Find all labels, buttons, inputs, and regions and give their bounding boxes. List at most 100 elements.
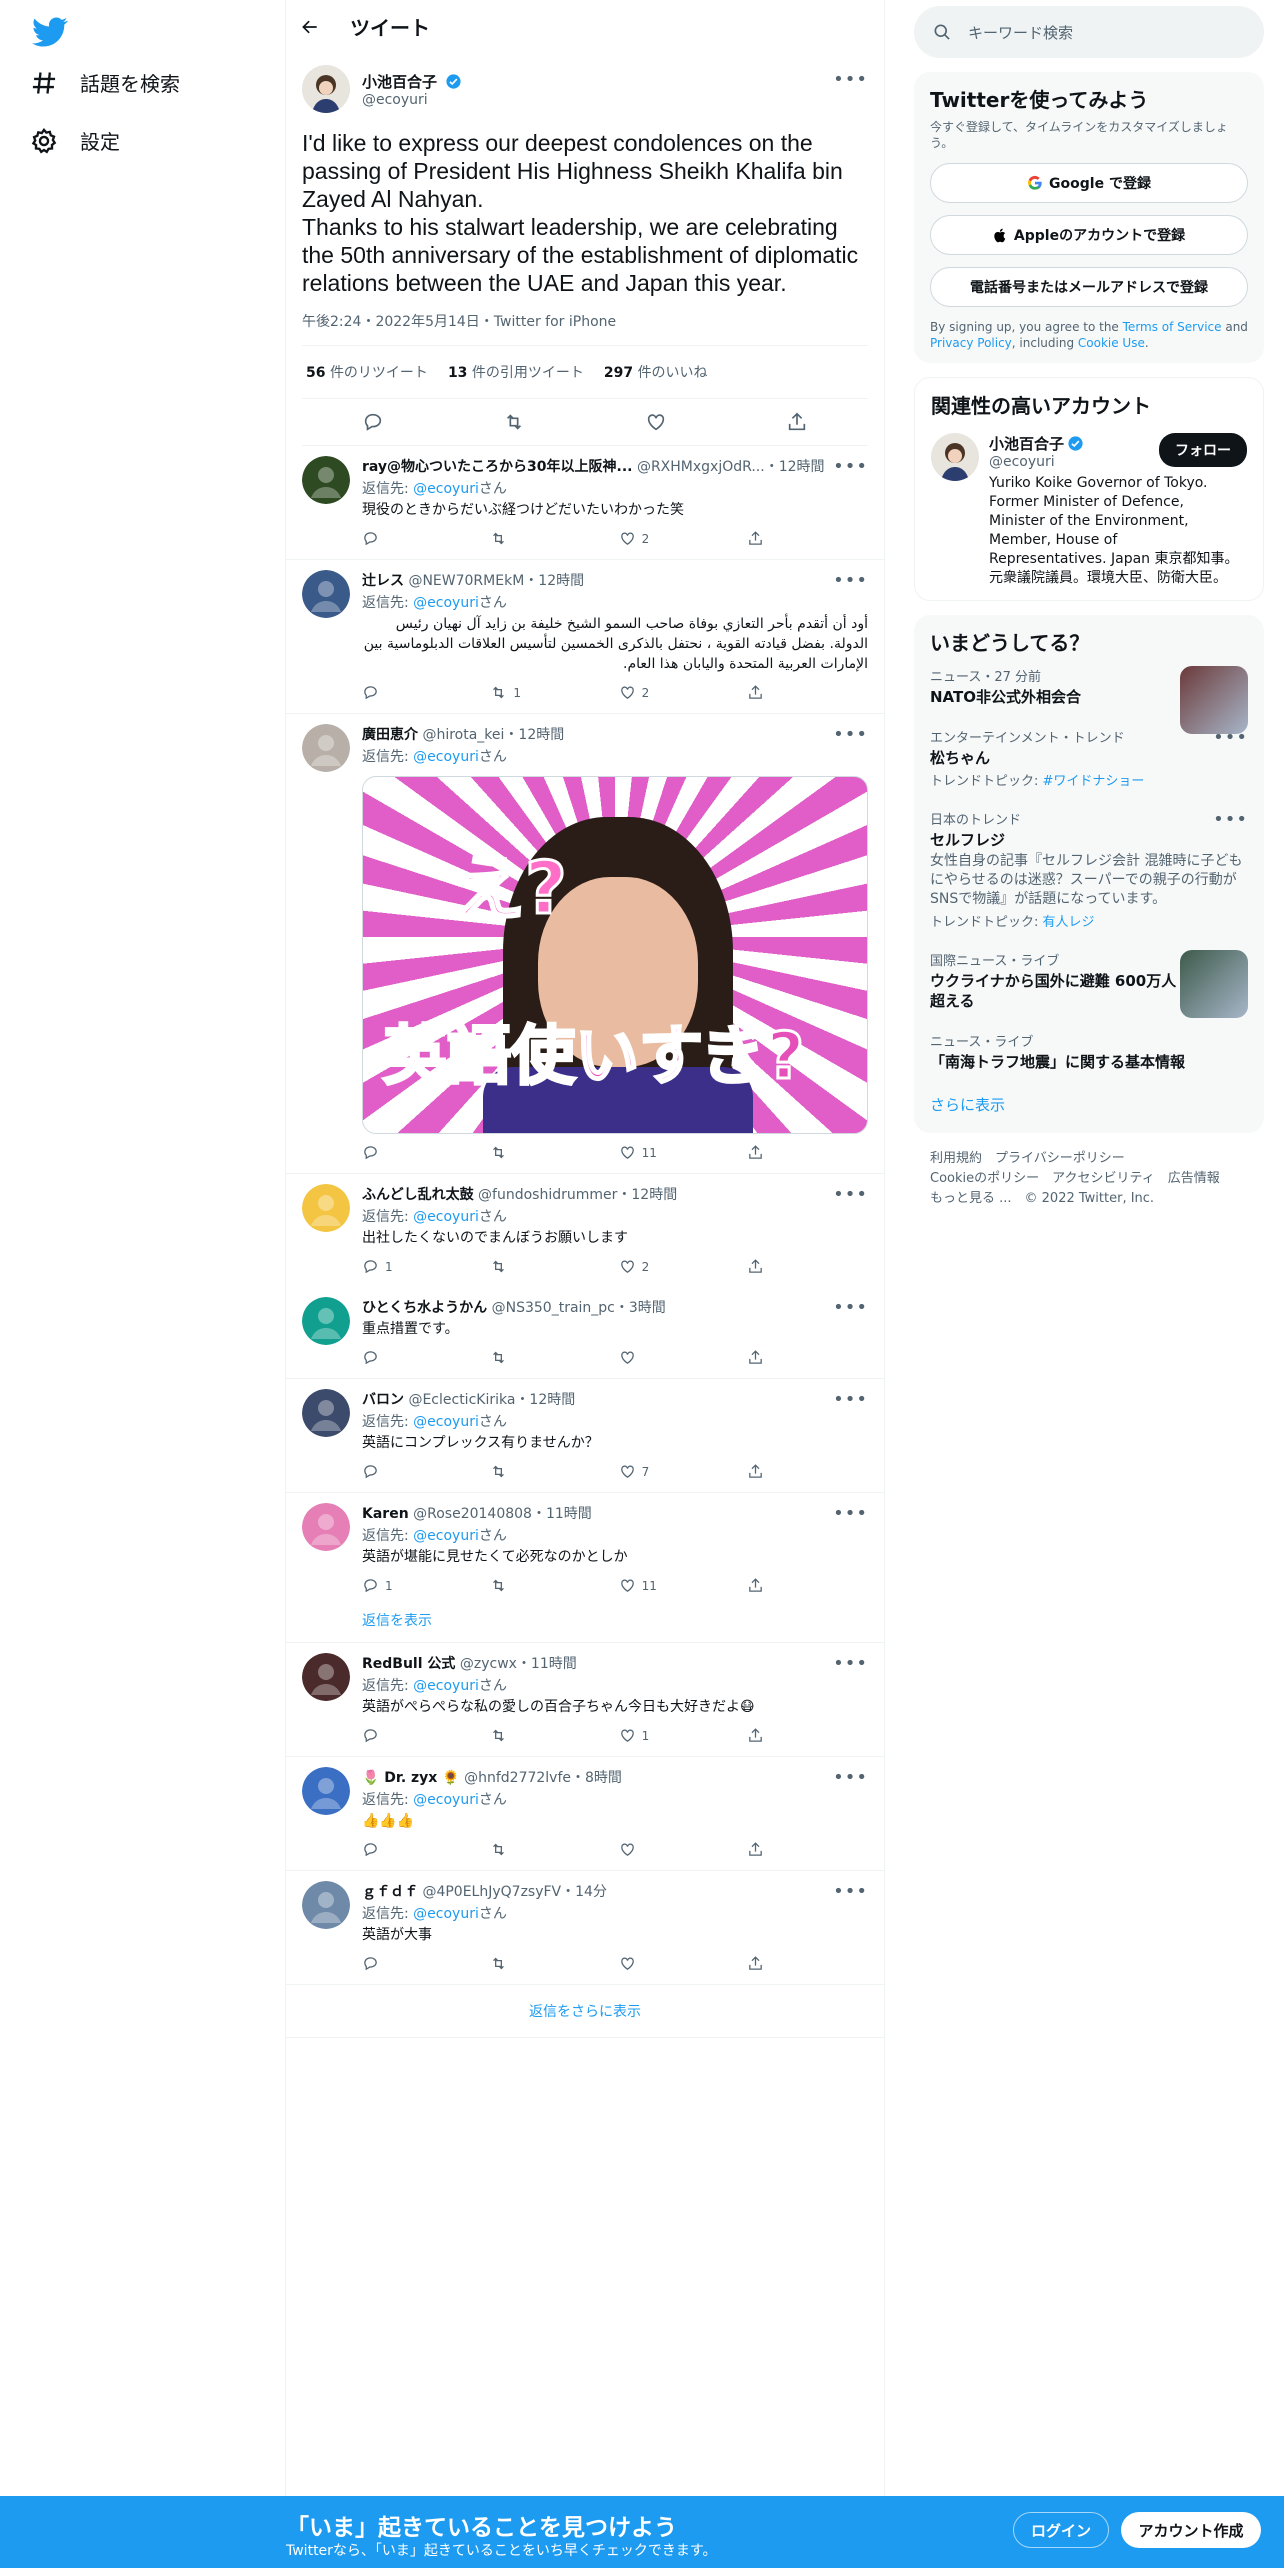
share-icon[interactable] bbox=[747, 1841, 764, 1858]
reply-time[interactable]: ・12時間 bbox=[617, 1187, 677, 1203]
create-account-button[interactable]: アカウント作成 bbox=[1121, 2512, 1261, 2548]
more-options-icon[interactable]: ••• bbox=[1213, 809, 1248, 830]
share-icon[interactable] bbox=[747, 1955, 764, 1972]
search-input[interactable]: キーワード検索 bbox=[968, 22, 1073, 43]
login-button[interactable]: ログイン bbox=[1013, 2512, 1109, 2548]
related-account[interactable]: 小池百合子 @ecoyuri Yuriko Koike Governor of … bbox=[931, 433, 1247, 588]
like-icon[interactable] bbox=[619, 684, 636, 701]
reply-author-handle[interactable]: @EclecticKirika bbox=[408, 1392, 515, 1408]
share-icon[interactable] bbox=[747, 1463, 764, 1480]
more-options-icon[interactable]: ••• bbox=[833, 456, 868, 477]
more-options-icon[interactable]: ••• bbox=[833, 570, 868, 591]
reply-tweet[interactable]: ray@物心ついたころから30年以上阪神... @RXHMxgxjOdR...・… bbox=[286, 446, 884, 560]
terms-link[interactable]: Terms of Service bbox=[1123, 320, 1222, 334]
reply-icon[interactable] bbox=[362, 411, 384, 433]
back-arrow-icon[interactable] bbox=[300, 17, 320, 37]
share-icon[interactable] bbox=[747, 1258, 764, 1275]
reply-icon[interactable] bbox=[362, 530, 379, 547]
reply-author-name[interactable]: 廣田恵介 bbox=[362, 727, 418, 743]
trend-item[interactable]: ••• エンターテインメント・トレンド 松ちゃん トレンドトピック: #ワイドナショー bbox=[930, 717, 1248, 799]
share-icon[interactable] bbox=[786, 411, 808, 433]
related-name[interactable]: 小池百合子 bbox=[989, 435, 1064, 453]
privacy-link[interactable]: Privacy Policy bbox=[930, 336, 1012, 350]
google-signup-button[interactable]: Google で登録 bbox=[930, 163, 1248, 203]
reply-author-name[interactable]: Karen bbox=[362, 1506, 409, 1522]
trend-topic-link[interactable]: 有人レジ bbox=[1043, 915, 1095, 930]
reply-author-handle[interactable]: @RXHMxgxjOdR... bbox=[637, 459, 765, 475]
footer-links-1[interactable]: 利用規約 プライバシーポリシー bbox=[930, 1149, 1248, 1169]
reply-tweet[interactable]: ｇｆｄｆ @4P0ELhJyQ7zsyFV・14分 ••• 返信先: @ecoyur… bbox=[286, 1871, 884, 1985]
share-icon[interactable] bbox=[747, 684, 764, 701]
more-options-icon[interactable]: ••• bbox=[833, 1767, 868, 1788]
reply-tweet[interactable]: RedBull 公式 @zycwx・11時間 ••• 返信先: @ecoyuriさん… bbox=[286, 1643, 884, 1757]
retweet-icon[interactable] bbox=[490, 1258, 507, 1275]
avatar[interactable] bbox=[302, 1389, 350, 1437]
like-icon[interactable] bbox=[619, 1841, 636, 1858]
trend-item[interactable]: ••• 日本のトレンド セルフレジ 女性自身の記事『セルフレジ会計 混雑時に子どもにや… bbox=[930, 799, 1248, 940]
avatar[interactable] bbox=[302, 65, 350, 113]
reply-icon[interactable] bbox=[362, 1727, 379, 1744]
phone-email-signup-button[interactable]: 電話番号またはメールアドレスで登録 bbox=[930, 267, 1248, 307]
reply-icon[interactable] bbox=[362, 1463, 379, 1480]
reply-time[interactable]: ・3時間 bbox=[615, 1300, 666, 1316]
share-icon[interactable] bbox=[747, 1349, 764, 1366]
reply-author-name[interactable]: 🌷 Dr. zyx 🌻 bbox=[362, 1770, 460, 1786]
like-stat[interactable]: 297 件のいいね bbox=[604, 362, 708, 382]
reply-to-handle[interactable]: @ecoyuri bbox=[413, 1906, 479, 1922]
reply-time[interactable]: ・12時間 bbox=[515, 1392, 575, 1408]
reply-to-handle[interactable]: @ecoyuri bbox=[413, 481, 479, 497]
follow-button[interactable]: フォロー bbox=[1159, 433, 1247, 467]
author-handle[interactable]: @ecoyuri bbox=[362, 92, 462, 108]
share-icon[interactable] bbox=[747, 1144, 764, 1161]
more-options-icon[interactable]: ••• bbox=[833, 1881, 868, 1902]
reply-author-handle[interactable]: @fundoshidrummer bbox=[478, 1187, 617, 1203]
share-icon[interactable] bbox=[747, 1727, 764, 1744]
retweet-icon[interactable] bbox=[490, 1727, 507, 1744]
reply-author-name[interactable]: ひとくち水ようかん bbox=[362, 1300, 487, 1316]
nav-explore[interactable]: 話題を検索 bbox=[30, 68, 180, 97]
avatar[interactable] bbox=[302, 456, 350, 504]
reply-tweet[interactable]: Karen @Rose20140808・11時間 ••• 返信先: @ecoyuri… bbox=[286, 1493, 884, 1643]
footer-links-2[interactable]: Cookieのポリシー アクセシビリティ 広告情報 bbox=[930, 1169, 1248, 1189]
reply-author-name[interactable]: ray@物心ついたころから30年以上阪神... bbox=[362, 459, 632, 475]
reply-to-handle[interactable]: @ecoyuri bbox=[413, 595, 479, 611]
reply-icon[interactable] bbox=[362, 684, 379, 701]
avatar[interactable] bbox=[302, 1184, 350, 1232]
retweet-icon[interactable] bbox=[490, 684, 507, 701]
quote-stat[interactable]: 13 件の引用ツイート bbox=[448, 362, 584, 382]
reply-to-handle[interactable]: @ecoyuri bbox=[413, 1209, 479, 1225]
avatar[interactable] bbox=[302, 570, 350, 618]
reply-author-name[interactable]: 辻レス bbox=[362, 573, 404, 589]
reply-icon[interactable] bbox=[362, 1144, 379, 1161]
reply-icon[interactable] bbox=[362, 1577, 379, 1594]
reply-author-name[interactable]: ふんどし乱れ太鼓 bbox=[362, 1187, 474, 1203]
reply-icon[interactable] bbox=[362, 1349, 379, 1366]
like-icon[interactable] bbox=[619, 1349, 636, 1366]
tweet-meta[interactable]: 午後2:24・2022年5月14日・Twitter for iPhone bbox=[302, 311, 868, 346]
avatar[interactable] bbox=[302, 1881, 350, 1929]
reply-to-handle[interactable]: @ecoyuri bbox=[413, 749, 479, 765]
twitter-logo-icon[interactable] bbox=[32, 14, 68, 50]
retweet-icon[interactable] bbox=[503, 411, 525, 433]
reply-author-handle[interactable]: @4P0ELhJyQ7zsyFV bbox=[422, 1884, 561, 1900]
retweet-icon[interactable] bbox=[490, 1841, 507, 1858]
reply-time[interactable]: ・12時間 bbox=[504, 727, 564, 743]
reply-tweet[interactable]: 辻レス @NEW70RMEkM・12時間 ••• 返信先: @ecoyuriさん أو… bbox=[286, 560, 884, 714]
author-name[interactable]: 小池百合子 bbox=[362, 73, 437, 91]
show-replies-link[interactable]: 返信を表示 bbox=[362, 1610, 868, 1630]
reply-tweet[interactable]: ひとくち水ようかん @NS350_train_pc・3時間 ••• 重点措置です。 bbox=[286, 1287, 884, 1379]
reply-time[interactable]: ・11時間 bbox=[532, 1506, 592, 1522]
avatar[interactable] bbox=[302, 1653, 350, 1701]
cookie-link[interactable]: Cookie Use bbox=[1078, 336, 1145, 350]
reply-time[interactable]: ・12時間 bbox=[524, 573, 584, 589]
retweet-icon[interactable] bbox=[490, 1577, 507, 1594]
retweet-icon[interactable] bbox=[490, 1955, 507, 1972]
search-box[interactable]: キーワード検索 bbox=[914, 6, 1264, 58]
reply-tweet[interactable]: 廣田恵介 @hirota_kei・12時間 ••• 返信先: @ecoyuriさんえ… bbox=[286, 714, 884, 1174]
tweet-image[interactable]: え? 英語使いすぎ? bbox=[362, 776, 868, 1134]
like-icon[interactable] bbox=[619, 1955, 636, 1972]
trend-item[interactable]: 国際ニュース・ライブ ウクライナから国外に避難 600万人超える bbox=[930, 940, 1248, 1021]
reply-author-handle[interactable]: @hnfd2772lvfe bbox=[464, 1770, 571, 1786]
reply-tweet[interactable]: バロン @EclecticKirika・12時間 ••• 返信先: @ecoyuri… bbox=[286, 1379, 884, 1493]
like-icon[interactable] bbox=[619, 1577, 636, 1594]
